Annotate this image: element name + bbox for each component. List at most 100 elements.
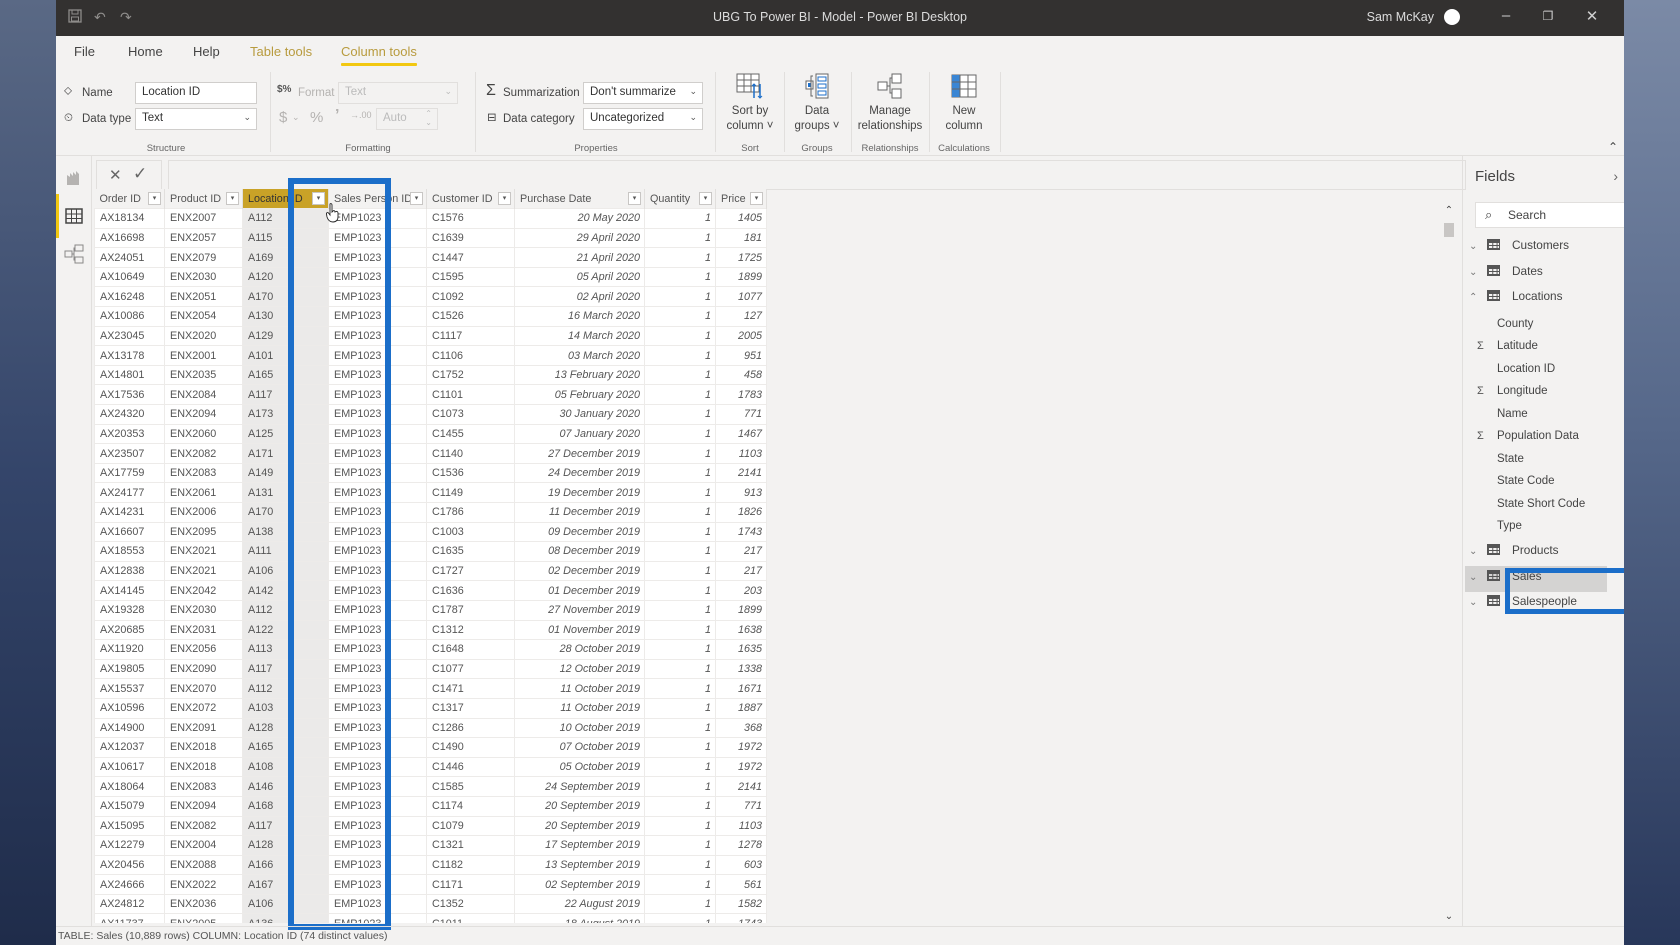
table-cell[interactable]: EMP1023 <box>328 756 427 778</box>
scroll-down-icon[interactable]: ⌄ <box>1442 911 1456 922</box>
table-cell[interactable]: C1317 <box>426 697 515 719</box>
table-cell[interactable]: 1899 <box>715 599 767 621</box>
table-cell[interactable]: C1312 <box>426 619 515 641</box>
table-cell[interactable]: ENX2005 <box>164 913 243 923</box>
field-type[interactable]: Type <box>1477 520 1522 532</box>
table-row[interactable]: AX19805 ENX2090 A117 EMP1023 C1077 12 October… <box>94 658 767 680</box>
table-cell[interactable]: AX24666 <box>94 874 165 895</box>
table-cell[interactable]: 30 January 2020 <box>514 404 645 425</box>
table-cell[interactable]: 1783 <box>715 384 767 406</box>
table-cell[interactable]: 771 <box>715 795 767 817</box>
table-cell[interactable]: AX15095 <box>94 815 165 837</box>
table-row[interactable]: AX18134 ENX2007 A112 EMP1023 C1576 20 May 202… <box>94 208 767 229</box>
column-header-product-id[interactable]: Product ID ▾ <box>164 189 243 209</box>
table-cell[interactable]: EMP1023 <box>328 795 427 817</box>
table-cell[interactable]: 951 <box>715 345 767 366</box>
table-cell[interactable]: 19 December 2019 <box>514 482 645 503</box>
table-cell[interactable]: EMP1023 <box>328 423 427 445</box>
table-cell[interactable]: A130 <box>242 306 329 327</box>
table-cell[interactable]: 11 October 2019 <box>514 678 645 699</box>
table-cell[interactable]: 27 November 2019 <box>514 599 645 621</box>
table-cell[interactable]: 1887 <box>715 697 767 719</box>
table-cell[interactable]: 1 <box>644 502 716 523</box>
table-cell[interactable]: AX16698 <box>94 227 165 249</box>
table-row[interactable]: AX14801 ENX2035 A165 EMP1023 C1752 13 Februar… <box>94 364 767 386</box>
table-cell[interactable]: 458 <box>715 364 767 386</box>
table-row[interactable]: AX17759 ENX2083 A149 EMP1023 C1536 24 Decembe… <box>94 462 767 484</box>
table-cell[interactable]: EMP1023 <box>328 580 427 601</box>
table-cell[interactable]: EMP1023 <box>328 247 427 268</box>
table-cell[interactable]: EMP1023 <box>328 913 427 923</box>
table-cell[interactable]: 05 February 2020 <box>514 384 645 406</box>
table-cell[interactable]: AX24177 <box>94 482 165 503</box>
table-cell[interactable]: 771 <box>715 404 767 425</box>
table-cell[interactable]: EMP1023 <box>328 835 427 856</box>
table-cell[interactable]: 02 April 2020 <box>514 286 645 308</box>
table-row[interactable]: AX10596 ENX2072 A103 EMP1023 C1317 11 October… <box>94 697 767 719</box>
table-cell[interactable]: ENX2082 <box>164 815 243 837</box>
restore-button[interactable]: ❐ <box>1538 9 1558 23</box>
table-row[interactable]: AX11737ENX2005A136EMP1023C101118 August … <box>94 913 767 923</box>
tab-file[interactable]: File <box>74 44 95 59</box>
table-cell[interactable]: 1635 <box>715 639 767 660</box>
table-cell[interactable]: AX11920 <box>94 639 165 660</box>
table-cell[interactable]: EMP1023 <box>328 227 427 249</box>
table-cell[interactable]: 368 <box>715 717 767 739</box>
table-cell[interactable]: A146 <box>242 776 329 797</box>
table-cell[interactable]: 24 September 2019 <box>514 776 645 797</box>
table-cell[interactable]: EMP1023 <box>328 208 427 229</box>
table-cell[interactable]: 1972 <box>715 756 767 778</box>
table-cell[interactable]: EMP1023 <box>328 462 427 484</box>
table-cell[interactable]: C1286 <box>426 717 515 739</box>
table-cell[interactable]: C1174 <box>426 795 515 817</box>
table-cell[interactable]: 1 <box>644 247 716 268</box>
field-table-dates[interactable]: ⌄ Dates <box>1469 264 1543 286</box>
table-cell[interactable]: ENX2088 <box>164 854 243 876</box>
table-row[interactable]: AX16248 ENX2051 A170 EMP1023 C1092 02 April 2… <box>94 286 767 308</box>
field-latitude[interactable]: Σ Latitude <box>1477 340 1538 352</box>
table-cell[interactable]: 1743 <box>715 521 767 543</box>
table-cell[interactable]: ENX2083 <box>164 462 243 484</box>
table-cell[interactable]: 12 October 2019 <box>514 658 645 680</box>
table-cell[interactable]: ENX2018 <box>164 756 243 778</box>
table-cell[interactable]: ENX2006 <box>164 502 243 523</box>
table-cell[interactable]: 1582 <box>715 893 767 915</box>
table-cell[interactable]: A125 <box>242 423 329 445</box>
chevron-down-icon[interactable]: ⌄ <box>1469 267 1483 278</box>
table-cell[interactable]: AX16607 <box>94 521 165 543</box>
field-population-data[interactable]: Σ Population Data <box>1477 430 1579 442</box>
table-cell[interactable]: AX19805 <box>94 658 165 680</box>
summarization-select[interactable]: Don't summarize ⌄ <box>583 82 703 104</box>
table-cell[interactable]: 13 September 2019 <box>514 854 645 876</box>
table-cell[interactable]: A167 <box>242 874 329 895</box>
table-cell[interactable]: ENX2054 <box>164 306 243 327</box>
table-cell[interactable]: A117 <box>242 815 329 837</box>
chevron-down-icon[interactable]: ⌄ <box>1469 572 1483 583</box>
table-cell[interactable]: C1471 <box>426 678 515 699</box>
filter-dropdown-icon[interactable]: ▾ <box>410 192 423 205</box>
table-cell[interactable]: 07 January 2020 <box>514 423 645 445</box>
table-cell[interactable]: C1490 <box>426 737 515 758</box>
field-table-salespeople[interactable]: ⌄ Salespeople <box>1469 594 1577 616</box>
table-cell[interactable]: C1787 <box>426 599 515 621</box>
datatype-select[interactable]: Text ⌄ <box>135 108 257 130</box>
table-cell[interactable]: ENX2070 <box>164 678 243 699</box>
table-cell[interactable]: 1972 <box>715 737 767 758</box>
table-row[interactable]: AX15095 ENX2082 A117 EMP1023 C1079 20 Septemb… <box>94 815 767 837</box>
table-cell[interactable]: C1003 <box>426 521 515 543</box>
table-cell[interactable]: AX20456 <box>94 854 165 876</box>
table-cell[interactable]: 1 <box>644 815 716 837</box>
table-cell[interactable]: 29 April 2020 <box>514 227 645 249</box>
table-cell[interactable]: C1786 <box>426 502 515 523</box>
table-cell[interactable]: ENX2082 <box>164 443 243 464</box>
table-cell[interactable]: 1 <box>644 639 716 660</box>
model-view-icon[interactable] <box>64 244 84 264</box>
table-cell[interactable]: C1636 <box>426 580 515 601</box>
table-cell[interactable]: A168 <box>242 795 329 817</box>
table-cell[interactable]: C1117 <box>426 325 515 347</box>
table-cell[interactable]: 20 September 2019 <box>514 815 645 837</box>
table-row[interactable]: AX16607 ENX2095 A138 EMP1023 C1003 09 Decembe… <box>94 521 767 543</box>
table-cell[interactable]: EMP1023 <box>328 502 427 523</box>
table-cell[interactable]: A112 <box>242 678 329 699</box>
table-cell[interactable]: 28 October 2019 <box>514 639 645 660</box>
